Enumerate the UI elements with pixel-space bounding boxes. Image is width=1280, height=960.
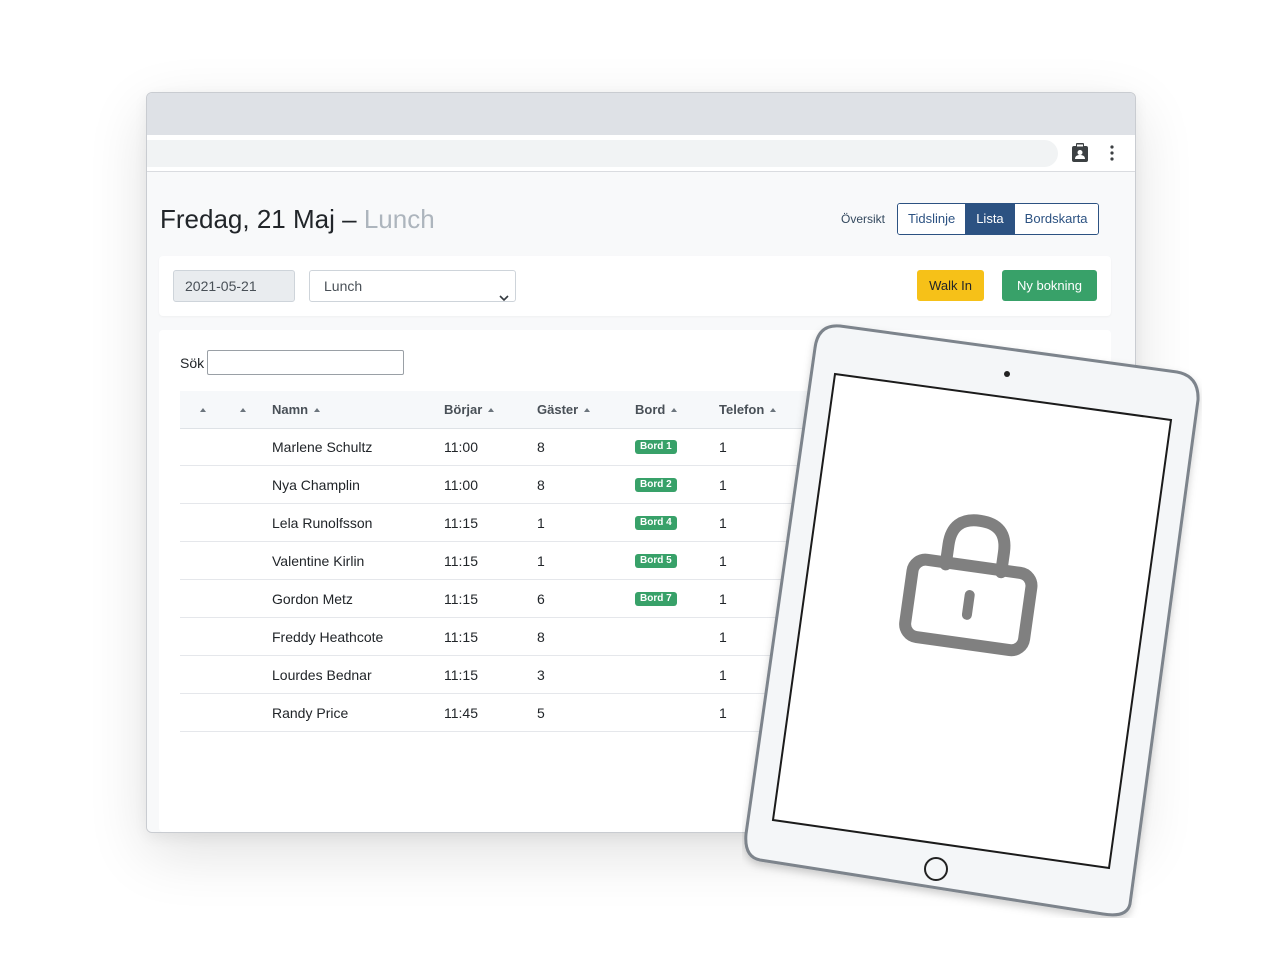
filter-bar: 2021-05-21 Lunch Walk In Ny bokning [159, 256, 1111, 316]
search-input[interactable] [207, 350, 404, 375]
cell-guests: 6 [537, 591, 545, 607]
cell-phone: 1 [719, 667, 727, 683]
browser-toolbar [147, 135, 1135, 172]
column-header-1[interactable] [194, 402, 206, 417]
search-label: Sök [180, 355, 205, 371]
cell-guests: 5 [537, 705, 545, 721]
cell-start: 11:15 [444, 667, 478, 683]
sort-arrow-icon [240, 407, 246, 412]
cell-guests: 8 [537, 477, 545, 493]
browser-tab-strip [147, 93, 1135, 135]
sort-arrow-icon [200, 407, 206, 412]
table-badge: Bord 7 [635, 592, 677, 606]
sort-arrow-icon [584, 407, 591, 412]
tablet-screen [771, 372, 1173, 870]
cell-start: 11:15 [444, 553, 478, 569]
cell-name: Nya Champlin [272, 477, 360, 493]
cell-start: 11:15 [444, 515, 478, 531]
cell-start: 11:00 [444, 477, 478, 493]
tab-list[interactable]: Lista [966, 204, 1015, 234]
cell-start: 11:15 [444, 629, 478, 645]
cell-phone: 1 [719, 705, 727, 721]
view-switch: Tidslinje Lista Bordskarta [897, 203, 1099, 235]
cell-guests: 8 [537, 629, 545, 645]
tab-timeline[interactable]: Tidslinje [898, 204, 967, 234]
cell-name: Freddy Heathcote [272, 629, 384, 645]
address-bar[interactable] [147, 140, 1058, 167]
tab-table-map[interactable]: Bordskarta [1014, 204, 1098, 234]
sort-arrow-icon [488, 407, 495, 412]
cell-phone: 1 [719, 591, 727, 607]
cell-guests: 8 [537, 439, 545, 455]
column-header-name[interactable]: Namn [272, 402, 321, 417]
table-badge: Bord 5 [635, 554, 677, 568]
title-separator: – [342, 204, 357, 234]
cell-guests: 1 [537, 515, 545, 531]
table-badge: Bord 4 [635, 516, 677, 530]
cell-guests: 3 [537, 667, 545, 683]
sort-arrow-icon [671, 407, 678, 412]
cell-phone: 1 [719, 629, 727, 645]
date-input[interactable]: 2021-05-21 [173, 270, 295, 302]
cell-phone: 1 [719, 553, 727, 569]
page-title: Fredag, 21 Maj – Lunch [160, 204, 435, 235]
cell-name: Randy Price [272, 705, 349, 721]
overview-link[interactable]: Översikt [841, 212, 885, 226]
tablet-device [742, 322, 1202, 918]
cell-phone: 1 [719, 515, 727, 531]
cell-name: Valentine Kirlin [272, 553, 365, 569]
cell-name: Lela Runolfsson [272, 515, 373, 531]
title-date: Fredag, 21 Maj [160, 204, 335, 234]
title-meal: Lunch [363, 204, 435, 234]
table-badge: Bord 2 [635, 478, 677, 492]
clipboard-account-icon[interactable] [1071, 143, 1089, 168]
cell-phone: 1 [719, 477, 727, 493]
cell-start: 11:45 [444, 705, 478, 721]
cell-start: 11:15 [444, 591, 478, 607]
cell-name: Marlene Schultz [272, 439, 373, 455]
new-booking-button[interactable]: Ny bokning [1002, 270, 1097, 301]
column-header-start[interactable]: Börjar [444, 402, 495, 417]
column-header-guests[interactable]: Gäster [537, 402, 591, 417]
cell-name: Gordon Metz [272, 591, 353, 607]
cell-guests: 1 [537, 553, 545, 569]
table-badge: Bord 1 [635, 440, 677, 454]
column-header-table[interactable]: Bord [635, 402, 678, 417]
meal-select-value: Lunch [324, 278, 363, 294]
chevron-down-icon [499, 282, 509, 312]
meal-select[interactable]: Lunch [309, 270, 516, 302]
column-header-2[interactable] [234, 402, 246, 417]
tablet-camera [1004, 371, 1010, 377]
cell-start: 11:00 [444, 439, 478, 455]
cell-name: Lourdes Bednar [272, 667, 372, 683]
sort-arrow-icon [314, 407, 321, 412]
walk-in-button[interactable]: Walk In [917, 270, 984, 301]
more-vert-icon[interactable] [1108, 144, 1116, 167]
cell-phone: 1 [719, 439, 727, 455]
